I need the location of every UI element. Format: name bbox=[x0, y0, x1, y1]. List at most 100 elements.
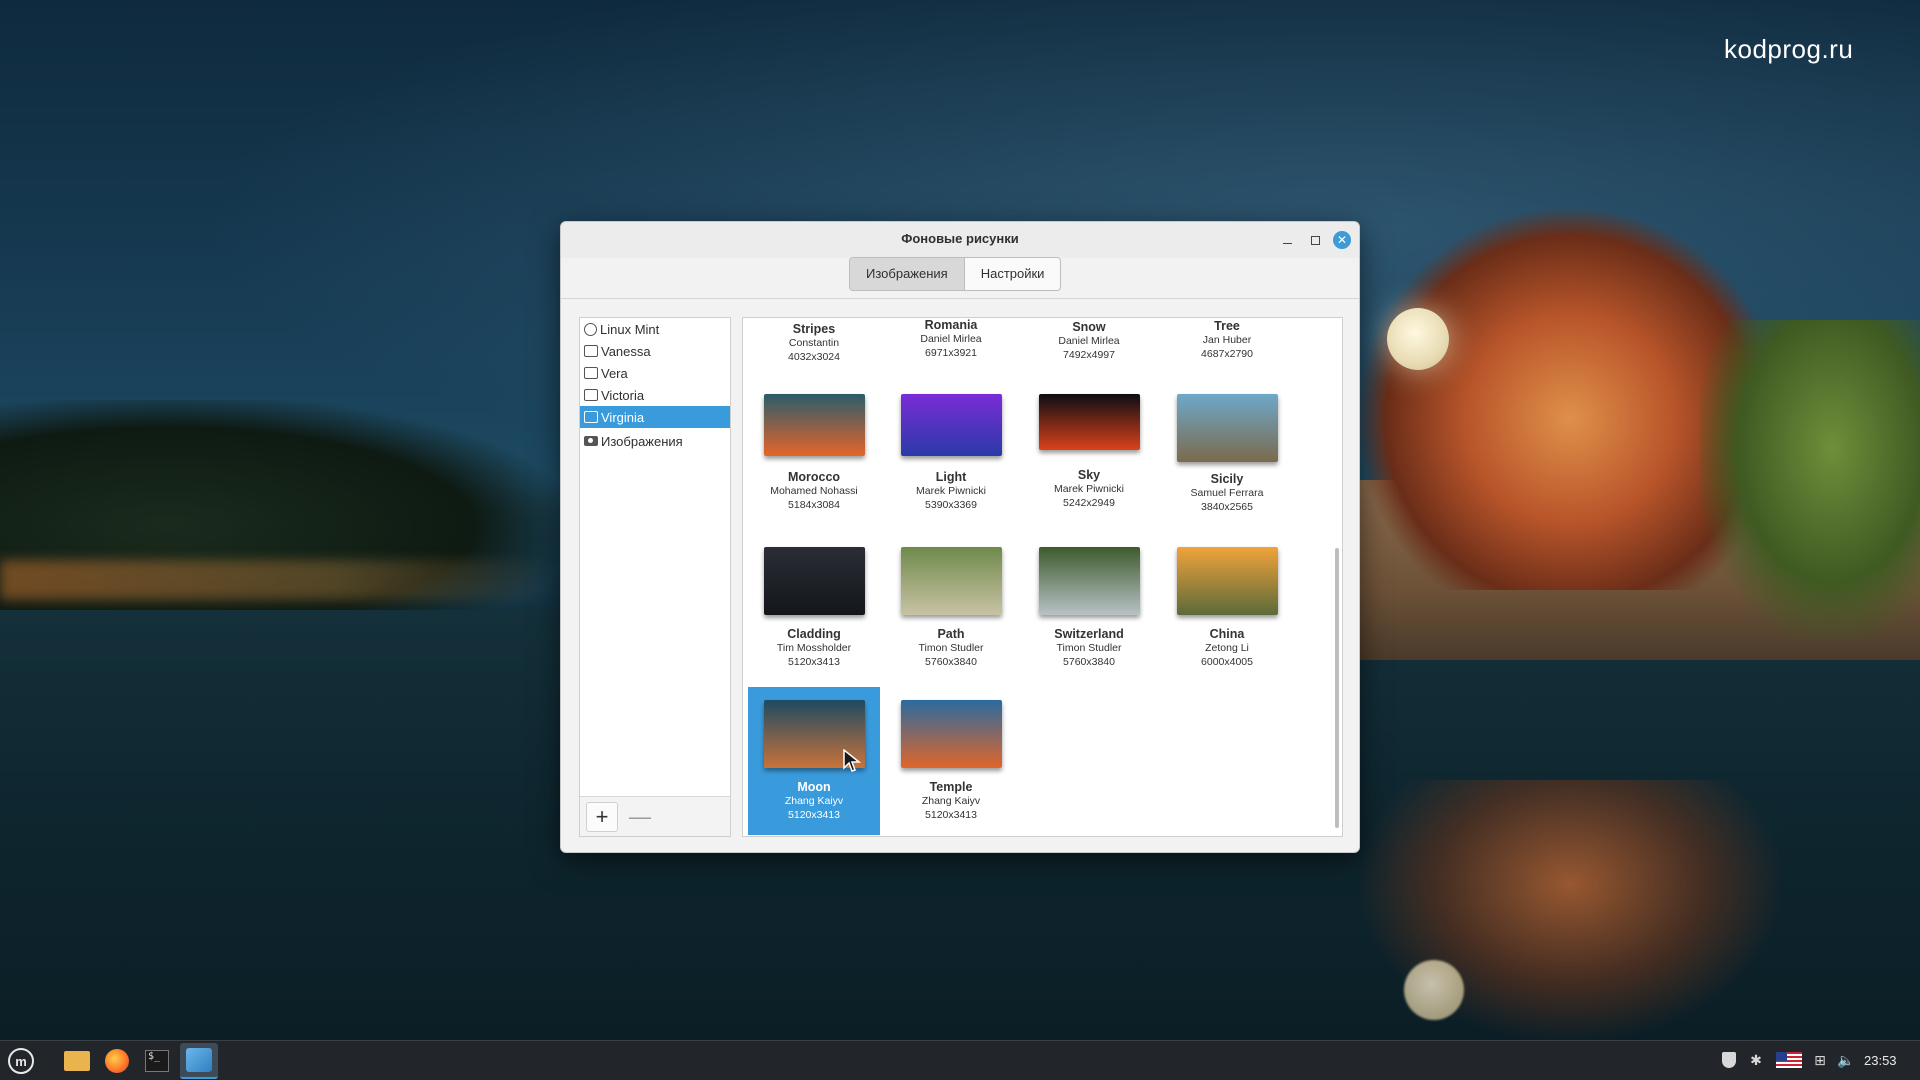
maximize-icon bbox=[1310, 235, 1320, 245]
clock[interactable]: 23:53 bbox=[1864, 1053, 1897, 1068]
wallpaper-name: Snow bbox=[1072, 320, 1106, 334]
add-folder-button[interactable]: + bbox=[586, 801, 618, 832]
sidebar-item-virginia[interactable]: Virginia bbox=[580, 406, 730, 428]
desktop-city-lights bbox=[0, 560, 560, 600]
sidebar-item-label: Virginia bbox=[601, 409, 645, 425]
firefox-launcher[interactable] bbox=[102, 1047, 132, 1075]
desktop-palace-reflection bbox=[1360, 780, 1780, 1040]
sidebar-item-vera[interactable]: Vera bbox=[580, 362, 730, 384]
desktop-willow bbox=[1700, 320, 1920, 640]
backgrounds-window: Фоновые рисунки ✕ Изображения Настройки … bbox=[560, 221, 1360, 853]
wallpaper-grid: Stripes Constantin 4032x3024 Romania Dan… bbox=[742, 317, 1343, 837]
wallpaper-author: Constantin bbox=[788, 337, 840, 349]
wallpaper-size: 6000x4005 bbox=[1201, 656, 1253, 668]
wallpaper-item-china[interactable]: China Zetong Li 6000x4005 bbox=[1161, 547, 1293, 675]
wallpaper-item-temple[interactable]: Temple Zhang Kaiyv 5120x3413 bbox=[885, 687, 1017, 835]
wallpaper-item-light[interactable]: Light Marek Piwnicki 5390x3369 bbox=[885, 394, 1017, 522]
wallpaper-item-romania[interactable]: Romania Daniel Mirlea 6971x3921 bbox=[885, 318, 1017, 359]
wallpaper-author: Marek Piwnicki bbox=[915, 485, 986, 497]
wallpaper-author: Timon Studler bbox=[1056, 642, 1122, 654]
wallpaper-thumbnail bbox=[763, 394, 865, 456]
wallpaper-size: 5184x3084 bbox=[788, 499, 840, 511]
shield-icon[interactable] bbox=[1720, 1051, 1738, 1069]
wallpaper-name: Sicily bbox=[1210, 472, 1244, 486]
wallpaper-author: Tim Mossholder bbox=[776, 642, 852, 654]
close-icon: ✕ bbox=[1336, 233, 1348, 247]
mouse-cursor-icon bbox=[843, 749, 861, 772]
linux-mint-logo-icon: m bbox=[8, 1048, 34, 1074]
wallpaper-size: 5120x3413 bbox=[788, 809, 840, 821]
wallpaper-item-morocco[interactable]: Morocco Mohamed Nohassi 5184x3084 bbox=[748, 394, 880, 522]
wallpaper-author: Marek Piwnicki bbox=[1053, 483, 1124, 495]
wallpaper-name: Moon bbox=[797, 780, 831, 794]
close-button[interactable]: ✕ bbox=[1333, 231, 1351, 249]
wallpaper-thumbnail bbox=[1038, 394, 1140, 450]
watermark: kodprog.ru bbox=[1724, 34, 1854, 64]
sidebar-item-victoria[interactable]: Victoria bbox=[580, 384, 730, 406]
wallpaper-item-cladding[interactable]: Cladding Tim Mossholder 5120x3413 bbox=[748, 547, 880, 675]
remove-folder-button[interactable]: — bbox=[624, 802, 656, 832]
desktop-moon bbox=[1387, 308, 1449, 370]
monitor-icon bbox=[584, 345, 598, 357]
wallpaper-thumbnail bbox=[1176, 394, 1278, 462]
wallpaper-size: 6971x3921 bbox=[925, 347, 977, 359]
wallpaper-item-sicily[interactable]: Sicily Samuel Ferrara 3840x2565 bbox=[1161, 394, 1293, 522]
sidebar-item-vanessa[interactable]: Vanessa bbox=[580, 340, 730, 362]
grid-scrollbar[interactable] bbox=[1335, 548, 1339, 828]
wallpaper-item-sky[interactable]: Sky Marek Piwnicki 5242x2949 bbox=[1023, 394, 1155, 522]
network-icon[interactable]: ⊞ bbox=[1811, 1051, 1829, 1069]
terminal-launcher[interactable]: $_ bbox=[142, 1047, 172, 1075]
wallpaper-icon bbox=[186, 1048, 212, 1072]
sidebar-item-label: Vera bbox=[601, 365, 628, 381]
monitor-icon bbox=[584, 389, 598, 401]
minimize-button[interactable] bbox=[1277, 230, 1297, 250]
bluetooth-icon[interactable]: ✱ bbox=[1747, 1051, 1765, 1069]
wallpaper-author: Daniel Mirlea bbox=[1058, 335, 1120, 347]
wallpaper-item-stripes[interactable]: Stripes Constantin 4032x3024 bbox=[748, 322, 880, 363]
wallpaper-thumbnail bbox=[900, 700, 1002, 768]
wallpaper-size: 3840x2565 bbox=[1201, 501, 1253, 513]
wallpaper-item-tree[interactable]: Tree Jan Huber 4687x2790 bbox=[1161, 319, 1293, 360]
sidebar-item-linux-mint[interactable]: Linux Mint bbox=[580, 318, 730, 340]
maximize-button[interactable] bbox=[1305, 230, 1325, 250]
wallpaper-item-path[interactable]: Path Timon Studler 5760x3840 bbox=[885, 547, 1017, 675]
linux-mint-logo-icon bbox=[584, 322, 597, 336]
folder-icon bbox=[64, 1051, 90, 1071]
tab-settings[interactable]: Настройки bbox=[965, 258, 1061, 290]
wallpaper-name: Temple bbox=[929, 780, 973, 794]
wallpaper-size: 4687x2790 bbox=[1201, 348, 1253, 360]
backgrounds-task[interactable] bbox=[180, 1043, 218, 1079]
wallpaper-thumbnail bbox=[900, 547, 1002, 615]
wallpaper-author: Jan Huber bbox=[1202, 334, 1252, 346]
us-flag-keyboard-icon[interactable] bbox=[1776, 1052, 1802, 1068]
collections-sidebar: Linux Mint Vanessa Vera Victoria Virgini… bbox=[579, 317, 731, 837]
wallpaper-name: Light bbox=[935, 470, 967, 484]
sidebar-item-label: Vanessa bbox=[601, 343, 651, 359]
wallpaper-thumbnail bbox=[1176, 547, 1278, 615]
wallpaper-size: 5760x3840 bbox=[1063, 656, 1115, 668]
wallpaper-author: Zhang Kaiyv bbox=[921, 795, 981, 807]
wallpaper-name: Cladding bbox=[787, 627, 841, 641]
wallpaper-thumbnail bbox=[1038, 547, 1140, 615]
wallpaper-name: Switzerland bbox=[1054, 627, 1124, 641]
volume-icon[interactable]: 🔈 bbox=[1837, 1051, 1855, 1069]
title-bar[interactable]: Фоновые рисунки ✕ bbox=[561, 222, 1359, 258]
wallpaper-size: 7492x4997 bbox=[1063, 349, 1115, 361]
files-launcher[interactable] bbox=[62, 1047, 92, 1075]
menu-button[interactable]: m bbox=[6, 1047, 36, 1075]
wallpaper-size: 5120x3413 bbox=[925, 809, 977, 821]
sidebar-item-images[interactable]: Изображения bbox=[580, 430, 730, 452]
wallpaper-author: Zhang Kaiyv bbox=[784, 795, 844, 807]
tab-switcher: Изображения Настройки bbox=[849, 257, 1062, 291]
wallpaper-item-switzerland[interactable]: Switzerland Timon Studler 5760x3840 bbox=[1023, 547, 1155, 675]
wallpaper-name: Path bbox=[937, 627, 965, 641]
firefox-icon bbox=[105, 1049, 129, 1073]
wallpaper-name: Morocco bbox=[787, 470, 841, 484]
wallpaper-author: Daniel Mirlea bbox=[920, 333, 982, 345]
tab-images[interactable]: Изображения bbox=[850, 258, 965, 290]
wallpaper-item-snow[interactable]: Snow Daniel Mirlea 7492x4997 bbox=[1023, 320, 1155, 361]
wallpaper-size: 5242x2949 bbox=[1063, 497, 1115, 509]
wallpaper-name: Tree bbox=[1214, 319, 1240, 333]
wallpaper-size: 5120x3413 bbox=[788, 656, 840, 668]
window-title: Фоновые рисунки bbox=[901, 231, 1019, 246]
